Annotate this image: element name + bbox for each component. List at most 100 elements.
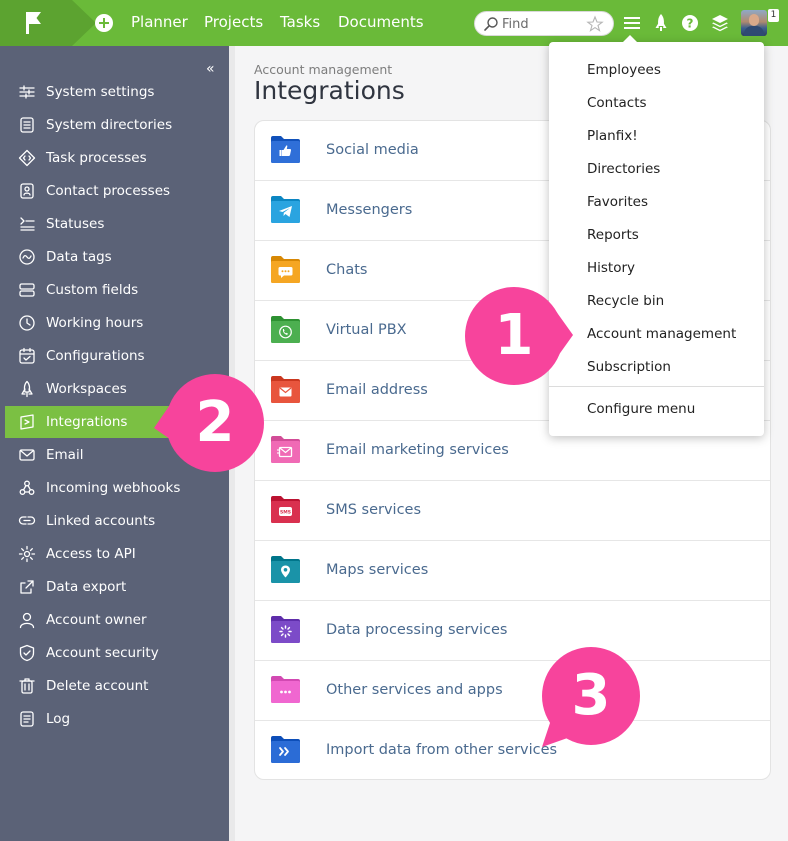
- breadcrumb[interactable]: Account management: [254, 62, 392, 77]
- dots-icon: [271, 676, 300, 703]
- sidebar-item-account-owner[interactable]: Account owner: [5, 604, 229, 636]
- planfix-logo-icon[interactable]: [24, 11, 44, 35]
- sidebar-item-label: Custom fields: [46, 282, 139, 298]
- callout-number: 3: [571, 663, 611, 728]
- user-avatar[interactable]: [741, 10, 767, 36]
- sidebar-item-label: Task processes: [46, 150, 147, 166]
- menu-item-label: Directories: [587, 161, 661, 177]
- sidebar-item-label: Workspaces: [46, 381, 127, 397]
- sidebar-item-working-hours[interactable]: Working hours: [5, 307, 229, 339]
- nav-projects[interactable]: Projects: [204, 13, 263, 31]
- menu-item-planfix[interactable]: Planfix!: [549, 121, 764, 151]
- sidebar-item-label: Linked accounts: [46, 513, 156, 529]
- sidebar-item-system-settings[interactable]: System settings: [5, 76, 229, 108]
- sidebar-item-statuses[interactable]: Statuses: [5, 208, 229, 240]
- sidebar-item-label: Email: [46, 447, 84, 463]
- menu-item-label: Employees: [587, 62, 661, 78]
- callout-2: 2: [154, 374, 264, 472]
- link-icon: [18, 516, 36, 525]
- sidebar-item-log[interactable]: Log: [5, 703, 229, 735]
- person-icon: [19, 612, 35, 629]
- integration-import-data-from-other-services[interactable]: Import data from other services: [255, 721, 770, 779]
- integration-label: Virtual PBX: [326, 322, 407, 338]
- integration-label: Maps services: [326, 562, 429, 578]
- integration-other-services-and-apps[interactable]: Other services and apps: [255, 661, 770, 721]
- sidebar-item-label: Delete account: [46, 678, 149, 694]
- sidebar-item-label: System directories: [46, 117, 173, 133]
- dropdown-caret: [623, 35, 637, 42]
- integration-label: Social media: [326, 142, 419, 158]
- page-title: Integrations: [254, 76, 405, 105]
- menu-item-label: Reports: [587, 227, 639, 243]
- sidebar-item-label: Contact processes: [46, 183, 171, 199]
- menu-item-contacts[interactable]: Contacts: [549, 88, 764, 118]
- menu-item-label: Configure menu: [587, 401, 696, 417]
- sidebar-item-label: Statuses: [46, 216, 105, 232]
- menu-item-configure-menu[interactable]: Configure menu: [549, 394, 764, 424]
- sidebar-item-account-security[interactable]: Account security: [5, 637, 229, 669]
- tag-wave-icon: [19, 249, 35, 265]
- sidebar-item-label: Access to API: [46, 546, 136, 562]
- integration-label: Email address: [326, 382, 428, 398]
- search-input[interactable]: [502, 15, 582, 33]
- chat-bubble-icon: [271, 256, 300, 283]
- integration-label: SMS services: [326, 502, 422, 518]
- menu-item-label: Planfix!: [587, 128, 638, 144]
- nav-planner[interactable]: Planner: [131, 13, 188, 31]
- sidebar-item-label: Working hours: [46, 315, 144, 331]
- menu-item-employees[interactable]: Employees: [549, 55, 764, 85]
- menu-item-label: Recycle bin: [587, 293, 665, 309]
- sidebar-item-label: Incoming webhooks: [46, 480, 181, 496]
- logo-tab[interactable]: [0, 0, 96, 46]
- integration-data-processing-services[interactable]: Data processing services: [255, 601, 770, 661]
- phone-icon: [271, 316, 300, 343]
- sidebar-item-contact-processes[interactable]: Contact processes: [5, 175, 229, 207]
- telegram-icon: [271, 196, 300, 223]
- integration-label: Chats: [326, 262, 368, 278]
- sidebar-item-custom-fields[interactable]: Custom fields: [5, 274, 229, 306]
- trash-icon: [19, 678, 35, 694]
- menu-item-directories[interactable]: Directories: [549, 154, 764, 184]
- add-icon[interactable]: [95, 14, 113, 32]
- sidebar-item-delete-account[interactable]: Delete account: [5, 670, 229, 702]
- rocket-icon[interactable]: [652, 13, 670, 33]
- avatar-face: [749, 14, 759, 26]
- collapse-sidebar-button[interactable]: «: [206, 61, 215, 77]
- star-icon[interactable]: [586, 15, 604, 33]
- sidebar-item-system-directories[interactable]: System directories: [5, 109, 229, 141]
- integration-label: Email marketing services: [326, 442, 509, 458]
- menu-item-favorites[interactable]: Favorites: [549, 187, 764, 217]
- integration-sms-services[interactable]: SMS SMS services: [255, 481, 770, 541]
- sidebar-item-label: Log: [46, 711, 71, 727]
- menu-item-reports[interactable]: Reports: [549, 220, 764, 250]
- menu-item-label: History: [587, 260, 636, 276]
- sidebar-item-configurations[interactable]: Configurations: [5, 340, 229, 372]
- nav-documents[interactable]: Documents: [338, 13, 424, 31]
- integration-maps-services[interactable]: Maps services: [255, 541, 770, 601]
- menu-item-label: Subscription: [587, 359, 671, 375]
- sidebar-item-linked-accounts[interactable]: Linked accounts: [5, 505, 229, 537]
- svg-text:SMS: SMS: [280, 509, 291, 515]
- menu-item-history[interactable]: History: [549, 253, 764, 283]
- sidebar-item-data-export[interactable]: Data export: [5, 571, 229, 603]
- sliders-icon: [19, 85, 35, 99]
- gear-icon: [18, 545, 36, 563]
- help-icon[interactable]: ?: [681, 13, 699, 33]
- sidebar-item-incoming-webhooks[interactable]: Incoming webhooks: [5, 472, 229, 504]
- integration-label: Import data from other services: [326, 742, 558, 758]
- search-box[interactable]: [474, 11, 614, 36]
- sidebar-item-access-to-api[interactable]: Access to API: [5, 538, 229, 570]
- dropdown-divider: [549, 386, 764, 387]
- menu-item-label: Contacts: [587, 95, 647, 111]
- sidebar-item-data-tags[interactable]: Data tags: [5, 241, 229, 273]
- notification-badge[interactable]: 1: [768, 9, 779, 22]
- hamburger-menu-icon[interactable]: [623, 13, 641, 33]
- sidebar-item-task-processes[interactable]: Task processes: [5, 142, 229, 174]
- directory-icon: [20, 117, 34, 133]
- nav-tasks[interactable]: Tasks: [280, 13, 320, 31]
- layers-icon[interactable]: [711, 13, 729, 33]
- integration-label: Data processing services: [326, 622, 508, 638]
- webhook-icon: [19, 480, 35, 495]
- shield-icon: [19, 644, 35, 662]
- fields-icon: [19, 283, 35, 297]
